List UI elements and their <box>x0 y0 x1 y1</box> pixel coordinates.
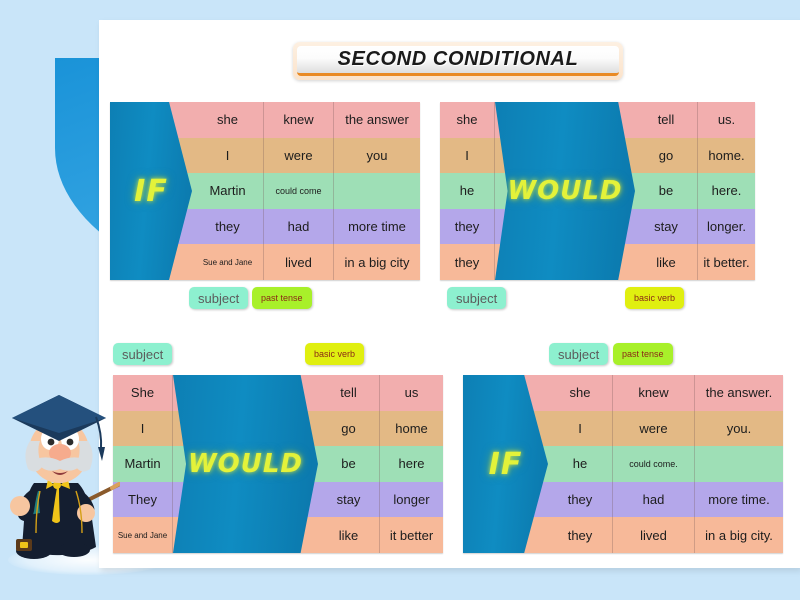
legend-basic-verb-top-right[interactable]: basic verb <box>625 287 685 309</box>
legend-subject-top-right[interactable]: subject <box>447 287 507 309</box>
cell-object <box>695 446 783 482</box>
cell-subject: Sue and Jane <box>192 244 264 280</box>
cell-subject: they <box>548 481 613 518</box>
table-top-right-would: she tell us. Igo home. he be here. they stay longe… <box>440 102 755 280</box>
legend-subject-top-left[interactable]: subject <box>189 287 249 309</box>
cell-verb: had <box>613 481 695 518</box>
tassel-cord <box>95 416 103 450</box>
cell-verb: tell <box>318 375 380 411</box>
cell-subject: they <box>192 208 264 245</box>
cell-verb: could come <box>264 173 334 209</box>
cell-object: home <box>395 420 428 436</box>
cell-object: us <box>404 385 419 401</box>
cell-verb: stay <box>318 481 380 518</box>
cell-object: it better <box>389 527 434 543</box>
cell-subject: Sue and Jane <box>113 517 173 553</box>
table-bottom-right-if: she knew the answer. Iwere you. he could come.… <box>463 375 783 553</box>
cell-object <box>334 173 420 209</box>
legend-past-tense-bottom-right[interactable]: past tense <box>613 343 673 365</box>
keyword-label: IF <box>134 173 168 209</box>
cell-subject: he <box>440 173 495 209</box>
title-inner: SECOND CONDITIONAL <box>297 46 619 76</box>
professor-svg <box>10 395 121 559</box>
cell-object: here. <box>711 183 742 199</box>
cell-object: more time. <box>708 492 770 508</box>
cell-object: here <box>398 456 425 472</box>
cell-subject: I <box>113 410 173 447</box>
cell-subject: I <box>548 410 613 447</box>
cell-verb: knew <box>613 375 695 411</box>
cell-object: more time <box>348 219 406 235</box>
cell-subject: She <box>113 375 173 411</box>
cell-subject: she <box>440 102 495 138</box>
cell-object: us. <box>717 112 736 128</box>
cell-subject: they <box>440 244 495 280</box>
cell-subject: she <box>548 375 613 411</box>
page-title: SECOND CONDITIONAL <box>337 48 579 70</box>
cell-verb: like <box>318 517 380 553</box>
cell-subject: Martin <box>192 173 264 209</box>
keyword-label: IF <box>488 446 523 482</box>
cell-verb: could come. <box>613 446 695 482</box>
cell-subject: Martin <box>113 446 173 482</box>
cell-object: you. <box>726 420 752 436</box>
table-top-left-if: she knew the answer Iwere you Martin could com… <box>110 102 420 280</box>
cell-object: longer. <box>706 219 747 235</box>
cell-subject: she <box>192 102 264 138</box>
cell-subject: I <box>440 137 495 174</box>
legend-subject-bottom-right[interactable]: subject <box>549 343 609 365</box>
cell-subject: I <box>192 137 264 174</box>
cell-verb: like <box>635 244 698 280</box>
cell-verb: lived <box>264 244 334 280</box>
cell-object: in a big city <box>344 254 410 270</box>
cell-verb: go <box>635 137 698 174</box>
cell-object: in a big city. <box>705 527 773 543</box>
cell-object: the answer <box>345 112 409 128</box>
cell-verb: stay <box>635 208 698 245</box>
title-plate: SECOND CONDITIONAL <box>293 42 623 80</box>
cell-verb: lived <box>613 517 695 553</box>
cell-verb: be <box>635 173 698 209</box>
cell-object: the answer. <box>705 385 773 401</box>
cell-verb: were <box>264 137 334 174</box>
cell-object: it better. <box>703 254 750 270</box>
cell-verb: be <box>318 446 380 482</box>
keyword-label: WOULD <box>507 176 623 206</box>
left-fist <box>10 496 30 516</box>
keyword-block-would: WOULD <box>173 375 318 553</box>
cell-verb: go <box>318 410 380 447</box>
cell-verb: knew <box>264 102 334 138</box>
keyword-block-would: WOULD <box>495 102 635 280</box>
cell-subject: They <box>113 481 173 518</box>
cell-object: you <box>366 147 388 163</box>
legend-past-tense-top-left[interactable]: past tense <box>252 287 312 309</box>
cell-object: home. <box>708 147 745 163</box>
legend-subject-bottom-left[interactable]: subject <box>113 343 173 365</box>
cell-subject: they <box>440 208 495 245</box>
legend-basic-verb-bottom-left[interactable]: basic verb <box>305 343 365 365</box>
table-bottom-left-would: She tell us Igo home Martin be here They stay long… <box>113 375 443 553</box>
tassel <box>98 447 105 461</box>
cell-verb: had <box>264 208 334 245</box>
cell-subject: he <box>548 446 613 482</box>
cell-verb: tell <box>635 102 698 138</box>
cell-subject: they <box>548 517 613 553</box>
cell-verb: were <box>613 410 695 447</box>
professor-illustration <box>2 393 121 568</box>
cell-object: longer <box>393 492 430 508</box>
keyword-label: WOULD <box>187 449 304 479</box>
